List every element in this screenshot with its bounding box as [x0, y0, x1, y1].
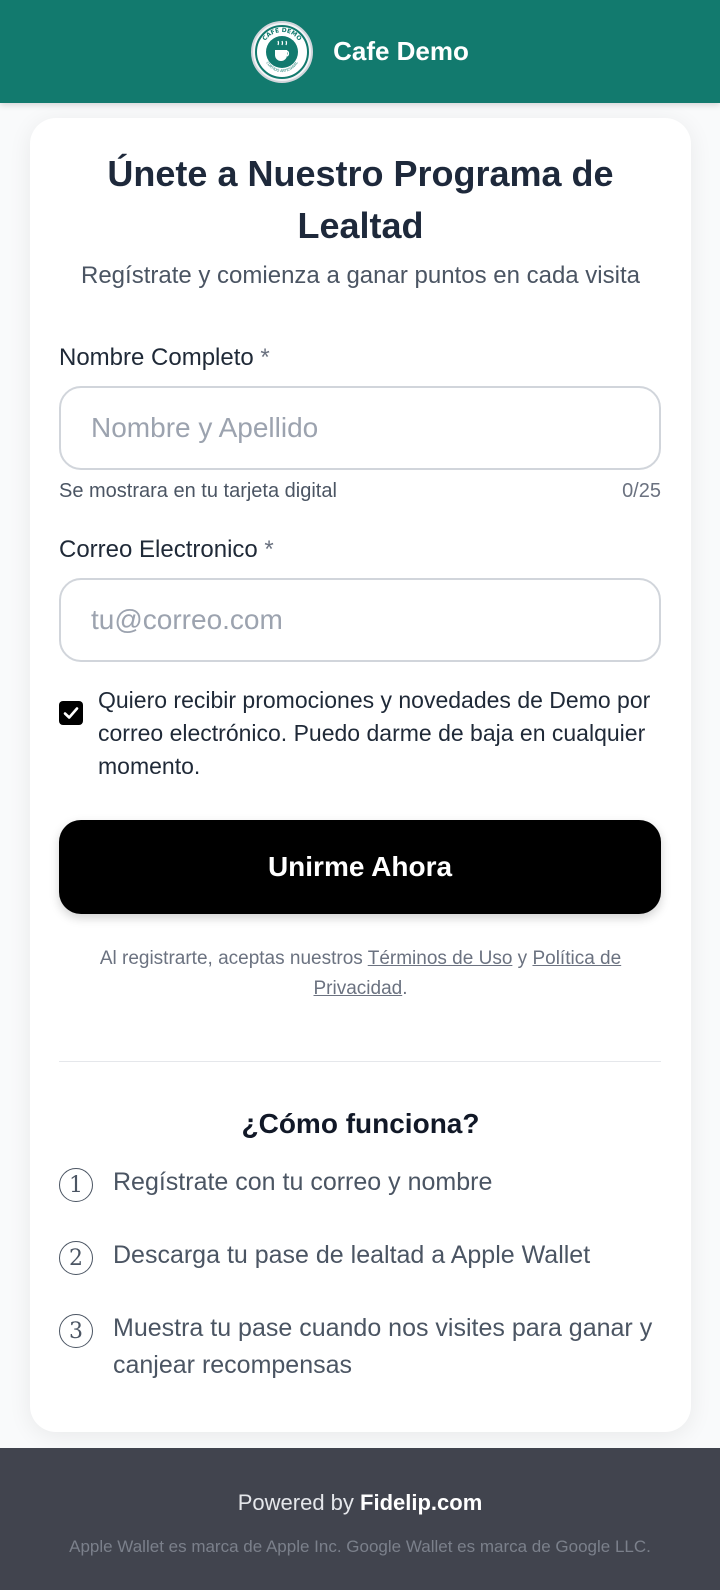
step-item: 1 Regístrate con tu correo y nombre: [59, 1164, 661, 1202]
page-footer: Powered by Fidelip.com Apple Wallet es m…: [0, 1448, 720, 1590]
fidelip-link[interactable]: Fidelip.com: [360, 1490, 482, 1515]
required-mark: *: [264, 536, 274, 563]
name-input[interactable]: [59, 386, 661, 470]
name-label: Nombre Completo *: [59, 344, 270, 371]
email-label: Correo Electronico *: [59, 536, 274, 563]
page-title: Únete a Nuestro Programa de Lealtad: [107, 153, 614, 246]
step-text: Descarga tu pase de lealtad a Apple Wall…: [113, 1241, 591, 1269]
cafe-logo-icon: CAFE DEMO CURTIDO ARTESANAL: [251, 20, 314, 83]
step-item: 3 Muestra tu pase cuando nos visites par…: [59, 1310, 661, 1384]
step-number-2-icon: 2: [59, 1241, 93, 1275]
join-now-button[interactable]: Unirme Ahora: [59, 820, 661, 914]
email-input[interactable]: [59, 578, 661, 662]
trademark-notice: Apple Wallet es marca de Apple Inc. Goog…: [69, 1537, 651, 1556]
checkmark-icon: [63, 707, 79, 719]
step-number-1-icon: 1: [59, 1168, 93, 1202]
how-it-works-title: ¿Cómo funciona?: [241, 1108, 480, 1139]
step-item: 2 Descarga tu pase de lealtad a Apple Wa…: [59, 1237, 661, 1275]
step-number-3-icon: 3: [59, 1314, 93, 1348]
step-text: Regístrate con tu correo y nombre: [113, 1168, 493, 1196]
name-helper-text: Se mostrara en tu tarjeta digital: [59, 480, 337, 502]
step-text: Muestra tu pase cuando nos visites para …: [113, 1314, 653, 1379]
legal-notice: Al registrarte, aceptas nuestros Término…: [99, 948, 622, 999]
required-mark: *: [260, 344, 270, 371]
marketing-consent-label[interactable]: Quiero recibir promociones y novedades d…: [98, 684, 658, 783]
page-subtitle: Regístrate y comienza a ganar puntos en …: [81, 262, 640, 289]
signup-card: Únete a Nuestro Programa de Lealtad Regí…: [30, 118, 691, 1432]
name-char-counter: 0/25: [622, 480, 661, 502]
section-divider: [59, 1061, 661, 1062]
app-header: CAFE DEMO CURTIDO ARTESANAL Cafe Demo: [0, 0, 720, 103]
brand-name: Cafe Demo: [333, 36, 469, 66]
terms-link[interactable]: Términos de Uso: [368, 948, 513, 969]
marketing-consent-checkbox[interactable]: [59, 701, 83, 725]
powered-by: Powered by Fidelip.com: [237, 1490, 483, 1515]
